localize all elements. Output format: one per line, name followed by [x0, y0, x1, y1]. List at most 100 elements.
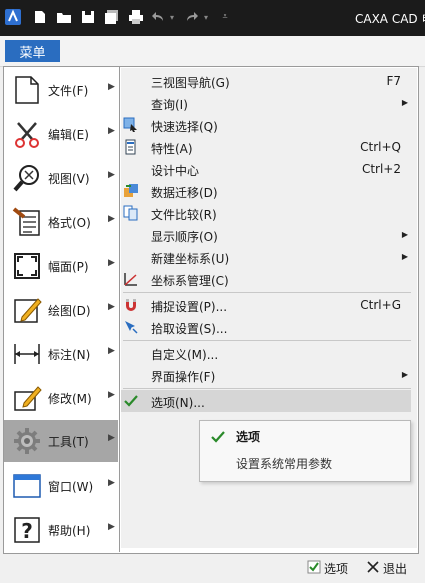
save-icon[interactable] — [80, 9, 96, 25]
open-folder-icon[interactable] — [56, 9, 72, 25]
menu-item-quick-select[interactable]: 快速选择(Q) — [121, 114, 411, 136]
menu-item-label: 文件比较(R) — [151, 208, 217, 222]
exit-button[interactable]: 退出 — [366, 558, 407, 578]
check-icon — [307, 560, 321, 577]
svg-text:?: ? — [21, 519, 33, 543]
coordinate-icon — [123, 271, 139, 287]
chevron-right-icon: ▶ — [401, 252, 408, 261]
category-draw[interactable]: 绘图(D) ▶ — [4, 289, 118, 331]
menu-item-label: 查询(I) — [151, 98, 188, 112]
menu-item-query[interactable]: 查询(I) ▶ — [121, 92, 411, 114]
format-icon — [10, 206, 44, 238]
column-divider — [119, 67, 120, 552]
chevron-right-icon: ▶ — [108, 214, 115, 224]
menu-separator — [123, 292, 411, 293]
menu-separator — [123, 388, 411, 389]
menu-item-customize[interactable]: 自定义(M)... — [121, 342, 411, 364]
category-label: 视图(V) — [48, 172, 90, 186]
title-bar: ▾ ▾ ⩡ CAXA CAD 电 — [0, 0, 425, 36]
category-label: 工具(T) — [48, 435, 89, 449]
chevron-right-icon: ▶ — [108, 478, 115, 488]
modify-icon — [10, 382, 44, 414]
category-tools[interactable]: 工具(T) ▶ — [4, 420, 118, 462]
chevron-right-icon: ▶ — [108, 346, 115, 356]
menu-footer: 选项 退出 — [0, 554, 425, 583]
properties-icon — [123, 139, 139, 155]
menu-button[interactable]: 菜单 — [5, 40, 60, 62]
menu-item-properties[interactable]: 特性(A) Ctrl+Q — [121, 136, 411, 158]
chevron-right-icon: ▶ — [401, 230, 408, 239]
shortcut-label: Ctrl+Q — [360, 140, 401, 154]
category-label: 帮助(H) — [48, 524, 91, 538]
menu-item-display-order[interactable]: 显示顺序(O) ▶ — [121, 224, 411, 246]
menu-item-file-compare[interactable]: 文件比较(R) — [121, 202, 411, 224]
category-window[interactable]: 窗口(W) ▶ — [4, 465, 118, 507]
quick-select-icon — [123, 117, 139, 133]
data-migrate-icon — [123, 183, 139, 199]
menu-item-label: 数据迁移(D) — [151, 186, 218, 200]
check-icon — [210, 429, 226, 448]
menu-item-data-migration[interactable]: 数据迁移(D) — [121, 180, 411, 202]
menu-item-label: 特性(A) — [151, 142, 193, 156]
options-button[interactable]: 选项 — [307, 558, 348, 578]
menu-item-label: 拾取设置(S)... — [151, 322, 228, 336]
magnet-icon — [123, 297, 139, 313]
menu-item-label: 自定义(M)... — [151, 348, 219, 362]
category-label: 编辑(E) — [48, 128, 89, 142]
category-help[interactable]: ? 帮助(H) ▶ — [4, 509, 118, 551]
save-all-icon[interactable] — [104, 9, 120, 25]
menu-item-label: 选项(N)... — [151, 396, 205, 410]
menu-item-options[interactable]: 选项(N)... — [121, 390, 411, 412]
window-icon — [10, 470, 44, 502]
print-icon[interactable] — [128, 9, 144, 25]
menu-item-label: 显示顺序(O) — [151, 230, 218, 244]
chevron-right-icon: ▶ — [108, 522, 115, 532]
chevron-right-icon: ▶ — [108, 170, 115, 180]
redo-icon[interactable] — [185, 9, 199, 25]
category-label: 标注(N) — [48, 348, 91, 362]
menu-item-label: 设计中心 — [151, 164, 200, 178]
category-edit[interactable]: 编辑(E) ▶ — [4, 113, 118, 155]
menu-item-label: 界面操作(F) — [151, 370, 216, 384]
menu-item-new-ucs[interactable]: 新建坐标系(U) ▶ — [121, 246, 411, 268]
category-sheet[interactable]: 幅面(P) ▶ — [4, 245, 118, 287]
file-compare-icon — [123, 205, 139, 221]
category-label: 幅面(P) — [48, 260, 89, 274]
dimension-icon — [10, 338, 44, 370]
pick-settings-icon — [123, 319, 139, 335]
chevron-right-icon: ▶ — [108, 433, 115, 443]
category-label: 窗口(W) — [48, 480, 94, 494]
customize-dropdown-icon[interactable]: ⩡ — [220, 9, 230, 25]
menu-item-ucs-manager[interactable]: 坐标系管理(C) — [121, 268, 411, 290]
category-label: 绘图(D) — [48, 304, 91, 318]
tooltip-title: 选项 — [236, 430, 261, 444]
exit-button-label: 退出 — [383, 561, 408, 576]
category-label: 修改(M) — [48, 392, 92, 406]
shortcut-label: Ctrl+2 — [361, 162, 401, 176]
category-view[interactable]: 视图(V) ▶ — [4, 157, 118, 199]
category-file[interactable]: 文件(F) ▶ — [4, 69, 118, 111]
undo-icon[interactable] — [151, 9, 165, 25]
options-button-label: 选项 — [324, 561, 349, 576]
chevron-right-icon: ▶ — [108, 258, 115, 268]
shortcut-label: F7 — [386, 74, 401, 88]
menu-item-design-center[interactable]: 设计中心 Ctrl+2 — [121, 158, 411, 180]
close-icon — [366, 560, 380, 577]
menu-item-snap-settings[interactable]: 捕捉设置(P)... Ctrl+G — [121, 294, 411, 316]
category-format[interactable]: 格式(O) ▶ — [4, 201, 118, 243]
chevron-right-icon: ▶ — [401, 98, 408, 107]
zoom-icon — [10, 162, 44, 194]
chevron-right-icon: ▶ — [108, 302, 115, 312]
help-icon: ? — [10, 514, 44, 546]
category-label: 格式(O) — [48, 216, 91, 230]
redo-dropdown-icon[interactable]: ▾ — [202, 9, 210, 25]
menu-separator — [123, 340, 411, 341]
category-dimension[interactable]: 标注(N) ▶ — [4, 333, 118, 375]
menu-item-three-view-nav[interactable]: 三视图导航(G) F7 — [121, 70, 411, 92]
undo-dropdown-icon[interactable]: ▾ — [168, 9, 176, 25]
new-file-icon[interactable] — [32, 9, 48, 25]
chevron-right-icon: ▶ — [108, 82, 115, 92]
menu-item-interface-ops[interactable]: 界面操作(F) ▶ — [121, 364, 411, 386]
menu-item-pick-settings[interactable]: 拾取设置(S)... — [121, 316, 411, 338]
category-modify[interactable]: 修改(M) ▶ — [4, 377, 118, 419]
